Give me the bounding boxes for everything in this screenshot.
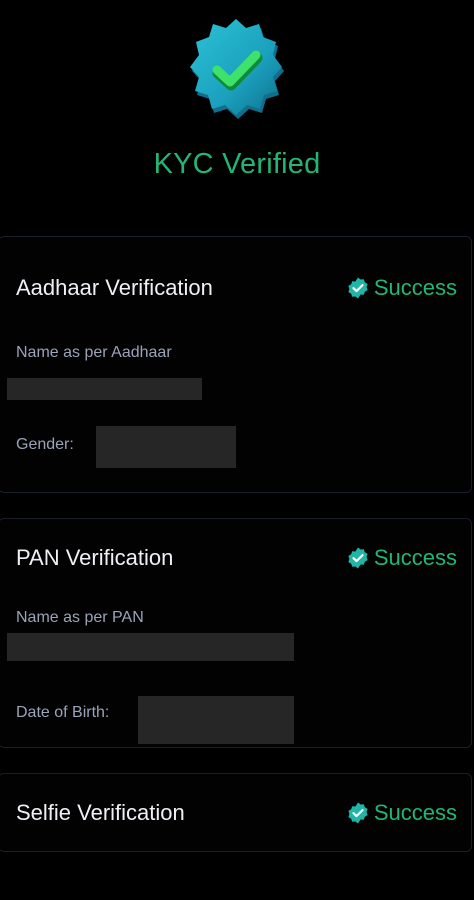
name-as-per-aadhaar-label: Name as per Aadhaar xyxy=(16,344,172,361)
card-title: Selfie Verification xyxy=(16,800,185,825)
date-of-birth-label: Date of Birth: xyxy=(16,704,110,721)
status-text: Success xyxy=(373,275,457,300)
gender-label: Gender: xyxy=(16,436,74,453)
redacted-name-value xyxy=(7,378,202,400)
redacted-name-value xyxy=(7,633,294,661)
redacted-dob-value xyxy=(138,696,294,744)
verified-check-icon xyxy=(346,801,370,825)
card-title: Aadhaar Verification xyxy=(16,275,213,300)
verified-check-icon xyxy=(346,276,370,300)
pan-verification-card: PAN Verification Success Name as per PAN… xyxy=(0,518,472,748)
redacted-gender-value xyxy=(96,426,236,468)
status-badge: Success xyxy=(346,800,457,826)
verified-check-icon xyxy=(346,546,370,570)
status-text: Success xyxy=(373,800,457,825)
status-badge: Success xyxy=(346,545,457,571)
card-title: PAN Verification xyxy=(16,545,174,570)
page-title: KYC Verified xyxy=(153,148,321,180)
status-badge: Success xyxy=(346,275,457,301)
verified-badge-icon xyxy=(181,15,291,125)
status-text: Success xyxy=(373,545,457,570)
selfie-verification-card: Selfie Verification Success xyxy=(0,773,472,852)
aadhaar-verification-card: Aadhaar Verification Success Name as per… xyxy=(0,236,472,493)
name-as-per-pan-label: Name as per PAN xyxy=(16,609,144,626)
